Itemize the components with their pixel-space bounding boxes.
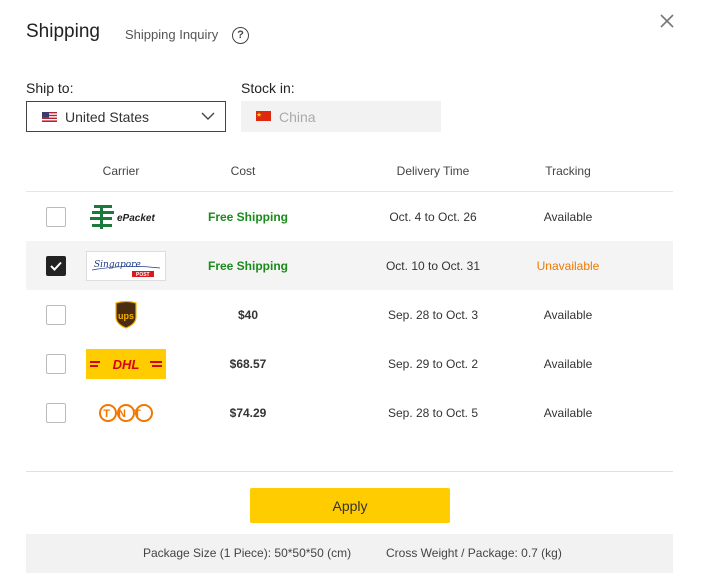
col-cost: Cost [230,164,256,178]
cost-value: Free Shipping [207,209,289,224]
page-title: Shipping [26,21,100,42]
cost-value: Free Shipping [207,258,289,273]
row-checkbox[interactable] [46,206,66,227]
package-info-bar: Package Size (1 Piece): 50*50*50 (cm) Cr… [26,534,673,573]
dhl-logo: DHL [86,348,166,379]
stock-in-field: China [241,101,441,132]
col-tracking: Tracking [545,164,591,178]
shipping-inquiry-link[interactable]: Shipping Inquiry [125,27,218,42]
tracking-value: Available [543,209,593,224]
singapore-post-logo: Singapore POST [86,250,166,281]
ship-to-value: United States [65,109,150,125]
tracking-value: Available [543,356,593,371]
table-row[interactable]: ePacket Free Shipping Oct. 4 to Oct. 26 … [26,192,673,241]
row-checkbox-checked[interactable] [46,255,66,276]
delivery-value: Oct. 10 to Oct. 31 [385,258,481,273]
table-row[interactable]: ups $40 Sep. 28 to Oct. 3 Available [26,290,673,339]
delivery-value: Sep. 29 to Oct. 2 [387,356,479,371]
table-row[interactable]: DHL $68.57 Sep. 29 to Oct. 2 Available [26,339,673,388]
row-checkbox[interactable] [46,402,66,423]
table-row[interactable]: TNT $74.29 Sep. 28 to Oct. 5 Available [26,388,673,437]
ups-logo: ups [115,300,137,329]
checkmark-icon [50,261,62,271]
svg-text:POST: POST [136,272,150,278]
divider [26,471,673,472]
svg-text:DHL: DHL [113,357,140,372]
row-checkbox[interactable] [46,353,66,374]
chevron-down-icon [201,112,215,120]
tracking-value: Unavailable [536,258,600,273]
svg-text:ups: ups [118,311,134,321]
svg-text:ePacket: ePacket [117,213,155,224]
svg-text:TNT: TNT [103,408,148,420]
delivery-value: Sep. 28 to Oct. 5 [387,405,479,420]
us-flag-icon [42,112,57,122]
china-flag-icon [256,111,271,121]
ship-to-label: Ship to: [26,80,74,96]
row-checkbox[interactable] [46,304,66,325]
tracking-value: Available [543,307,593,322]
cost-value: $74.29 [229,405,267,420]
delivery-value: Oct. 4 to Oct. 26 [389,209,477,224]
package-size-text: Package Size (1 Piece): 50*50*50 (cm) [143,546,352,560]
delivery-value: Sep. 28 to Oct. 3 [387,307,479,322]
tnt-logo: TNT [99,403,153,422]
stock-in-label: Stock in: [241,80,295,96]
col-delivery-time: Delivery Time [396,164,470,178]
epacket-logo: ePacket [90,204,155,229]
tracking-value: Available [543,405,593,420]
stock-in-value: China [279,109,316,125]
cost-value: $68.57 [229,356,267,371]
ship-to-select[interactable]: United States [26,101,226,132]
table-header: Carrier Cost Delivery Time Tracking [26,151,673,192]
help-icon[interactable]: ? [232,27,249,44]
close-icon[interactable] [658,12,676,30]
table-row[interactable]: Singapore POST Free Shipping Oct. 10 to … [26,241,673,290]
cost-value: $40 [237,307,259,322]
carrier-table: Carrier Cost Delivery Time Tracking ePac… [26,151,673,437]
gross-weight-text: Cross Weight / Package: 0.7 (kg) [386,546,562,560]
apply-button[interactable]: Apply [250,488,450,523]
col-carrier: Carrier [102,164,140,178]
